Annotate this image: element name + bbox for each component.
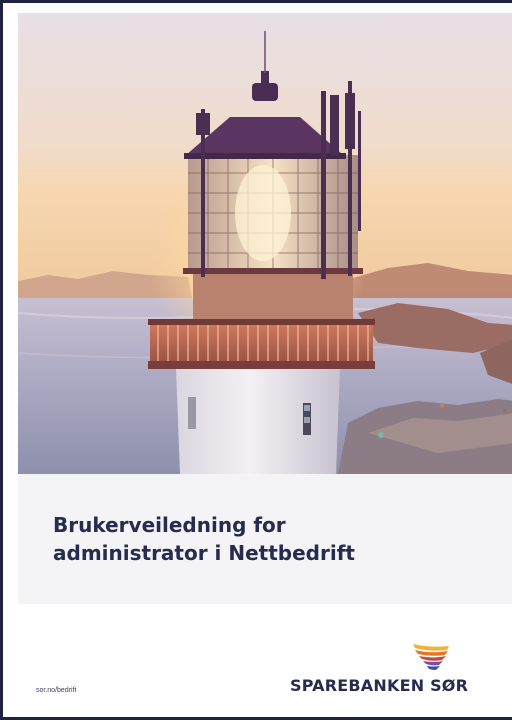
title-band: Brukerveiledning for administrator i Net… <box>18 474 512 604</box>
document-title: Brukerveiledning for administrator i Net… <box>53 511 493 567</box>
cover-footer: sor.no/bedrift SPAREBANKEN SØR <box>18 604 512 717</box>
lighthouse-photo <box>18 13 512 474</box>
document-cover-page: Brukerveiledning for administrator i Net… <box>0 0 512 720</box>
brand-name: SPAREBANKEN SØR <box>290 676 469 695</box>
website-url: sor.no/bedrift <box>36 687 77 694</box>
title-line-1: Brukerveiledning for <box>53 513 286 537</box>
title-line-2: administrator i Nettbedrift <box>53 541 355 565</box>
sparebanken-sor-wave-logo-icon <box>413 644 449 670</box>
brand-logo: SPAREBANKEN SØR <box>290 642 512 702</box>
